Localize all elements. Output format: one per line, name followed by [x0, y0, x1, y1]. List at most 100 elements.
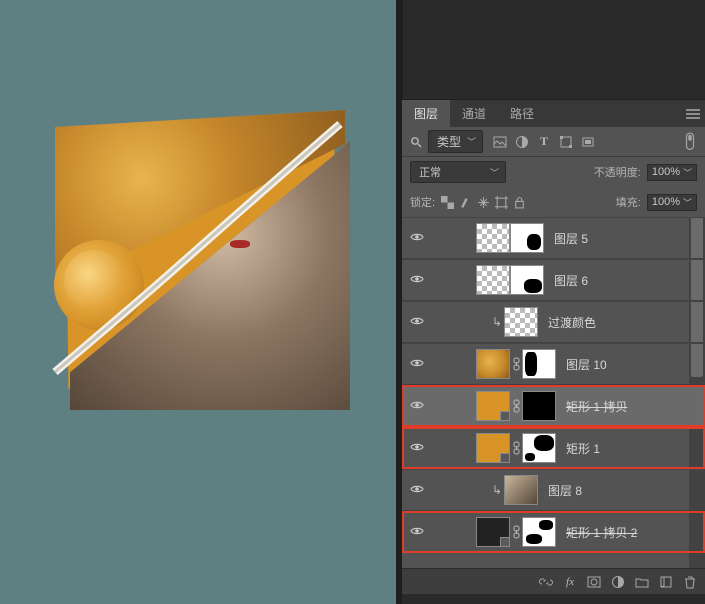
- layer-row[interactable]: 图层 5: [402, 217, 705, 259]
- opacity-label: 不透明度:: [594, 164, 641, 180]
- layers-panel: 图层 通道 路径 类型 ﹀ T 正常 ﹀ 不透明度:: [402, 0, 705, 604]
- panel-footer: fx: [402, 568, 705, 594]
- new-adjustment-icon[interactable]: [611, 575, 625, 589]
- eye-icon: [410, 525, 424, 539]
- image-layer-filter-icon[interactable]: [493, 135, 507, 149]
- type-layer-filter-icon[interactable]: T: [537, 135, 551, 149]
- filter-toggle-icon[interactable]: [683, 135, 697, 149]
- layer-list[interactable]: 图层 5 图层 6 ↳过渡颜色图层 10 矩形 1 拷贝矩形 1 ↳ 图层 8 矩形 1 拷…: [402, 217, 705, 568]
- layer-row[interactable]: 矩形 1: [402, 427, 705, 469]
- blend-mode-value: 正常: [419, 164, 441, 180]
- layer-thumbnail[interactable]: [476, 349, 510, 379]
- opacity-input[interactable]: 100% ﹀: [647, 164, 697, 181]
- blend-mode-dropdown[interactable]: 正常 ﹀: [410, 161, 506, 183]
- layer-name[interactable]: 矩形 1 拷贝 2: [566, 524, 637, 541]
- lock-row: 锁定: 填充: 100% ﹀: [402, 187, 705, 217]
- layer-mask-thumbnail[interactable]: [522, 517, 556, 547]
- layer-mask-thumbnail[interactable]: [510, 265, 544, 295]
- visibility-toggle[interactable]: [402, 273, 432, 287]
- tab-paths[interactable]: 路径: [498, 100, 546, 127]
- layer-thumbnail[interactable]: [504, 307, 538, 337]
- fill-input[interactable]: 100% ﹀: [647, 194, 697, 211]
- lock-pixels-icon[interactable]: [459, 196, 472, 209]
- layer-row[interactable]: 矩形 1 拷贝 2: [402, 511, 705, 553]
- fill-label: 填充:: [616, 194, 641, 210]
- layer-mask-thumbnail[interactable]: [522, 433, 556, 463]
- chevron-down-icon: ﹀: [467, 135, 476, 148]
- visibility-toggle[interactable]: [402, 231, 432, 245]
- new-layer-icon[interactable]: [659, 575, 673, 589]
- link-layers-icon[interactable]: [539, 575, 553, 589]
- lock-transparency-icon[interactable]: [441, 196, 454, 209]
- blend-row: 正常 ﹀ 不透明度: 100% ﹀: [402, 157, 705, 187]
- layer-filter-row: 类型 ﹀ T: [402, 127, 705, 157]
- layer-name[interactable]: 图层 10: [566, 356, 607, 373]
- panel-tabs: 图层 通道 路径: [402, 99, 705, 127]
- eye-icon: [410, 231, 424, 245]
- link-icon: [510, 525, 522, 539]
- layer-name[interactable]: 矩形 1: [566, 440, 600, 457]
- adjustment-layer-filter-icon[interactable]: [515, 135, 529, 149]
- delete-layer-icon[interactable]: [683, 575, 697, 589]
- layer-row[interactable]: ↳ 图层 8: [402, 469, 705, 511]
- layer-name[interactable]: 图层 5: [554, 230, 588, 247]
- clip-indicator-icon: ↳: [490, 483, 504, 497]
- layer-thumbnail[interactable]: [476, 265, 510, 295]
- rose: [54, 240, 144, 330]
- layer-thumbnail[interactable]: [476, 517, 510, 547]
- smart-object-filter-icon[interactable]: [581, 135, 595, 149]
- shape-badge-icon: [500, 411, 510, 421]
- fx-icon[interactable]: fx: [563, 575, 577, 589]
- layer-thumbnail[interactable]: [476, 223, 510, 253]
- layer-row[interactable]: 图层 10: [402, 343, 705, 385]
- visibility-toggle[interactable]: [402, 483, 432, 497]
- filter-type-dropdown[interactable]: 类型 ﹀: [428, 130, 483, 153]
- lock-artboard-icon[interactable]: [495, 196, 508, 209]
- link-icon: [510, 441, 522, 455]
- link-icon: [510, 357, 522, 371]
- eye-icon: [410, 399, 424, 413]
- visibility-toggle[interactable]: [402, 399, 432, 413]
- shape-badge-icon: [500, 453, 510, 463]
- layer-name[interactable]: 图层 8: [548, 482, 582, 499]
- new-group-icon[interactable]: [635, 575, 649, 589]
- layer-row[interactable]: 图层 6: [402, 259, 705, 301]
- link-icon: [510, 399, 522, 413]
- lock-label: 锁定:: [410, 194, 435, 210]
- chevron-down-icon: ﹀: [490, 166, 499, 179]
- panel-empty-area: [402, 0, 705, 99]
- tab-channels[interactable]: 通道: [450, 100, 498, 127]
- panel-menu-icon[interactable]: [681, 100, 705, 127]
- visibility-toggle[interactable]: [402, 315, 432, 329]
- layer-name[interactable]: 过渡颜色: [548, 314, 596, 331]
- shape-layer-filter-icon[interactable]: [559, 135, 573, 149]
- visibility-toggle[interactable]: [402, 525, 432, 539]
- panel-bottom-gap: [402, 594, 705, 604]
- visibility-toggle[interactable]: [402, 357, 432, 371]
- layer-thumbnail[interactable]: [476, 433, 510, 463]
- layer-mask-thumbnail[interactable]: [510, 223, 544, 253]
- eye-icon: [410, 357, 424, 371]
- eye-icon: [410, 315, 424, 329]
- canvas[interactable]: [0, 0, 396, 604]
- layer-name[interactable]: 图层 6: [554, 272, 588, 289]
- fill-value: 100%: [652, 196, 680, 208]
- artwork: [60, 120, 340, 400]
- layer-mask-thumbnail[interactable]: [522, 349, 556, 379]
- layer-row[interactable]: 矩形 1 拷贝: [402, 385, 705, 427]
- eye-icon: [410, 441, 424, 455]
- lock-position-icon[interactable]: [477, 196, 490, 209]
- lock-all-icon[interactable]: [513, 196, 526, 209]
- portrait-detail: [230, 240, 250, 248]
- tab-layers[interactable]: 图层: [402, 100, 450, 127]
- layer-name[interactable]: 矩形 1 拷贝: [566, 398, 627, 415]
- eye-icon: [410, 273, 424, 287]
- layer-thumbnail[interactable]: [504, 475, 538, 505]
- chevron-down-icon: ﹀: [683, 166, 692, 179]
- layer-thumbnail[interactable]: [476, 391, 510, 421]
- visibility-toggle[interactable]: [402, 441, 432, 455]
- layer-row[interactable]: ↳过渡颜色: [402, 301, 705, 343]
- add-mask-icon[interactable]: [587, 575, 601, 589]
- layer-mask-thumbnail[interactable]: [522, 391, 556, 421]
- opacity-value: 100%: [652, 166, 680, 178]
